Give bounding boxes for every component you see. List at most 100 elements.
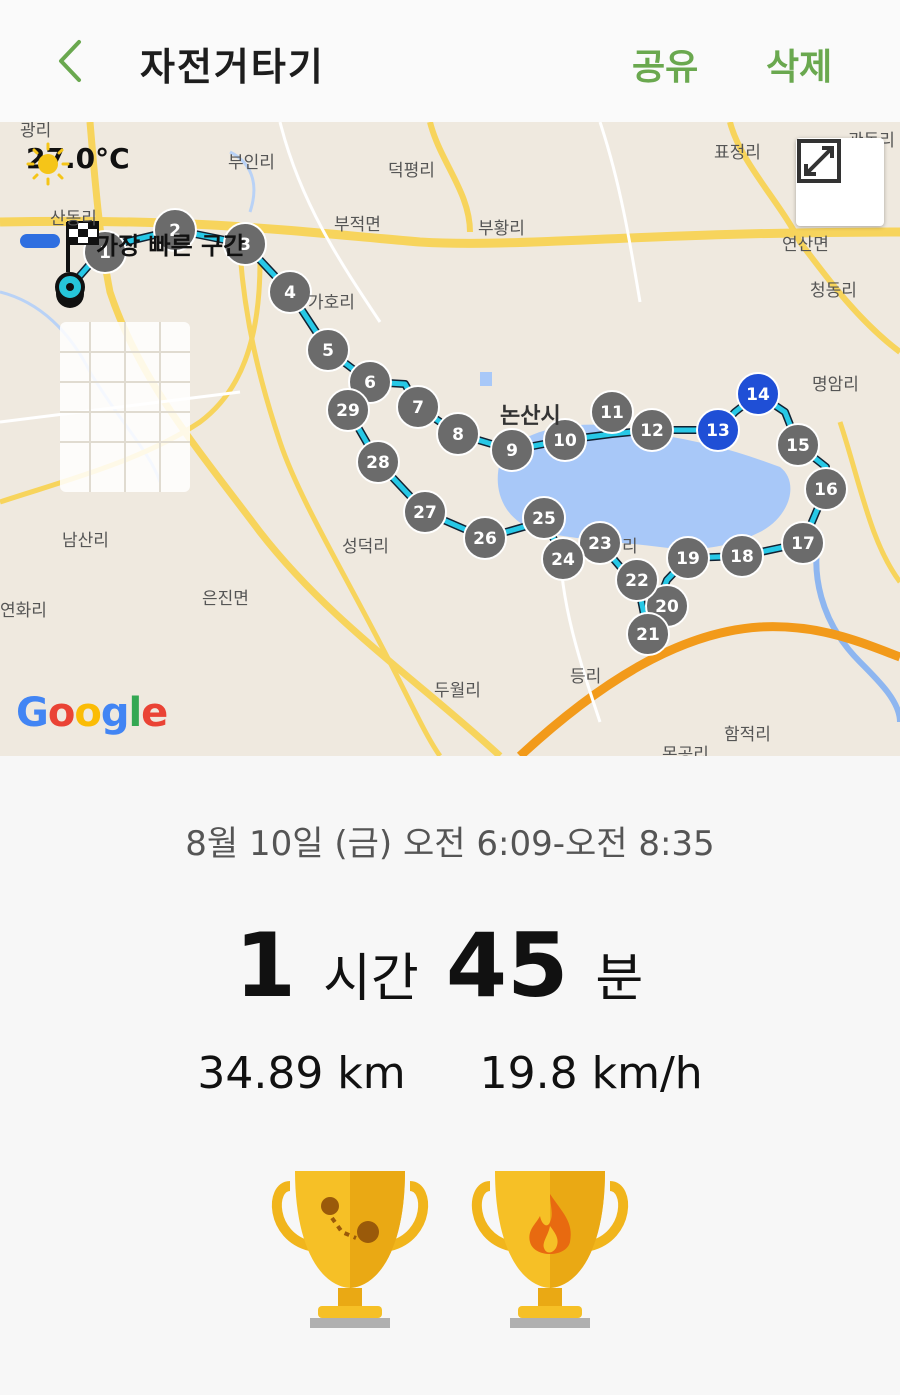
map-canvas: 123456789 101112 1314151617181920212223242… xyxy=(0,122,900,756)
place-label: 명암리 xyxy=(812,375,859,395)
place-label: 목공리 xyxy=(662,745,709,756)
route-marker-26: 26 xyxy=(463,516,507,560)
activity-stats: 34.89 km 19.8 km/h xyxy=(0,1048,900,1099)
route-marker-label: 14 xyxy=(746,385,770,405)
route-marker-label: 4 xyxy=(284,283,296,303)
route-marker-27: 27 xyxy=(403,490,447,534)
route-marker-7: 7 xyxy=(396,385,440,429)
flame-trophy-icon[interactable] xyxy=(470,1166,630,1336)
back-button[interactable] xyxy=(48,34,92,88)
duration: 1 시간 45 분 xyxy=(0,914,900,1017)
route-marker-label: 15 xyxy=(786,436,810,456)
place-label: 덕평리 xyxy=(388,161,435,181)
place-label: 함적리 xyxy=(724,725,771,745)
route-marker-label: 20 xyxy=(655,597,679,617)
route-marker-14: 14 xyxy=(736,372,780,416)
place-label-city: 논산시 xyxy=(500,404,561,429)
activity-summary: 8월 10일 (금) 오전 6:09-오전 8:35 1 시간 45 분 34.… xyxy=(0,756,900,1395)
route-marker-label: 26 xyxy=(473,529,497,549)
activity-date-range: 8월 10일 (금) 오전 6:09-오전 8:35 xyxy=(185,824,715,864)
place-label: 리 xyxy=(622,537,638,557)
place-label: 부적면 xyxy=(334,215,381,235)
fastest-section-legend xyxy=(20,234,60,248)
expand-map-button[interactable] xyxy=(796,138,884,226)
route-pin-trophy-icon[interactable] xyxy=(270,1166,430,1336)
route-marker-4: 4 xyxy=(268,270,312,314)
route-map[interactable]: 1 2 3 4 5 6 7 8 9 10 11 12 13 14 15 16 17 18 19 20 21 22 23 24 2… xyxy=(0,122,900,756)
route-marker-label: 17 xyxy=(791,534,815,554)
share-button[interactable]: 공유 xyxy=(632,38,698,90)
route-marker-label: 7 xyxy=(412,398,424,418)
route-marker-label: 29 xyxy=(336,401,360,421)
place-label: 표정리 xyxy=(714,143,761,163)
place-label: 연산면 xyxy=(782,235,829,255)
route-marker-label: 24 xyxy=(551,550,575,570)
route-marker-label: 21 xyxy=(636,625,660,645)
route-marker-24: 24 xyxy=(541,537,585,581)
route-marker-label: 5 xyxy=(322,341,334,361)
delete-button[interactable]: 삭제 xyxy=(766,38,832,90)
sun-icon xyxy=(26,142,70,186)
route-marker-label: 12 xyxy=(640,421,664,441)
place-label: 가호리 xyxy=(308,293,355,313)
route-marker-23: 23 xyxy=(578,521,622,565)
chevron-left-icon xyxy=(59,40,81,82)
place-label: 은진면 xyxy=(202,589,249,609)
route-marker-28: 28 xyxy=(356,440,400,484)
route-markers: 123456789 101112 1314151617181920212223242… xyxy=(83,208,848,656)
route-marker-label: 28 xyxy=(366,453,390,473)
place-label: 남산리 xyxy=(62,531,109,551)
route-marker-25: 25 xyxy=(522,496,566,540)
route-marker-label: 10 xyxy=(553,431,577,451)
route-marker-9: 9 xyxy=(490,428,534,472)
route-marker-19: 19 xyxy=(666,536,710,580)
route-marker-16: 16 xyxy=(804,467,848,511)
trophy-list xyxy=(0,1166,900,1336)
route-marker-label: 22 xyxy=(625,571,649,591)
place-label: 부황리 xyxy=(478,219,525,239)
start-pin-icon xyxy=(55,272,85,308)
app-header: 자전거타기 공유 삭제 xyxy=(0,0,900,123)
route-marker-13: 13 xyxy=(696,408,740,452)
weather-info: 27.0°C xyxy=(26,142,130,186)
route-marker-21: 21 xyxy=(626,612,670,656)
place-label: 두월리 xyxy=(434,681,481,701)
place-label: 성덕리 xyxy=(342,537,389,557)
route-marker-11: 11 xyxy=(590,390,634,434)
route-marker-17: 17 xyxy=(781,521,825,565)
duration-minutes: 45 xyxy=(445,914,569,1017)
route-marker-label: 9 xyxy=(506,441,518,461)
route-marker-label: 13 xyxy=(706,421,730,441)
expand-icon xyxy=(797,139,841,183)
place-label: 부인리 xyxy=(228,153,275,173)
route-marker-8: 8 xyxy=(436,412,480,456)
duration-minutes-unit: 분 xyxy=(595,949,644,1009)
avg-speed-value: 19.8 km/h xyxy=(479,1048,703,1099)
route-marker-5: 5 xyxy=(306,328,350,372)
place-label: 연화리 xyxy=(0,601,47,621)
place-label: 등리 xyxy=(570,667,602,687)
route-marker-22: 22 xyxy=(615,558,659,602)
route-marker-label: 19 xyxy=(676,549,700,569)
route-marker-label: 27 xyxy=(413,503,437,523)
duration-hours: 1 xyxy=(234,914,296,1017)
route-marker-label: 23 xyxy=(588,534,612,554)
place-label: 광리 xyxy=(20,122,52,141)
duration-hours-unit: 시간 xyxy=(323,949,419,1009)
route-marker-label: 11 xyxy=(600,403,624,423)
route-marker-29: 29 xyxy=(326,388,370,432)
route-marker-label: 16 xyxy=(814,480,838,500)
place-label: 청동리 xyxy=(810,281,857,301)
route-marker-12: 12 xyxy=(630,408,674,452)
page-title: 자전거타기 xyxy=(140,45,325,89)
google-logo: Google xyxy=(16,690,168,736)
route-marker-label: 6 xyxy=(364,373,376,393)
fastest-section-label: 가장 빠른 구간 xyxy=(96,232,246,260)
route-marker-label: 8 xyxy=(452,425,464,445)
route-marker-label: 18 xyxy=(730,547,754,567)
route-marker-15: 15 xyxy=(776,423,820,467)
route-marker-18: 18 xyxy=(720,534,764,578)
route-marker-label: 25 xyxy=(532,509,556,529)
distance-value: 34.89 km xyxy=(197,1048,406,1099)
place-label: 산동리 xyxy=(50,209,97,229)
